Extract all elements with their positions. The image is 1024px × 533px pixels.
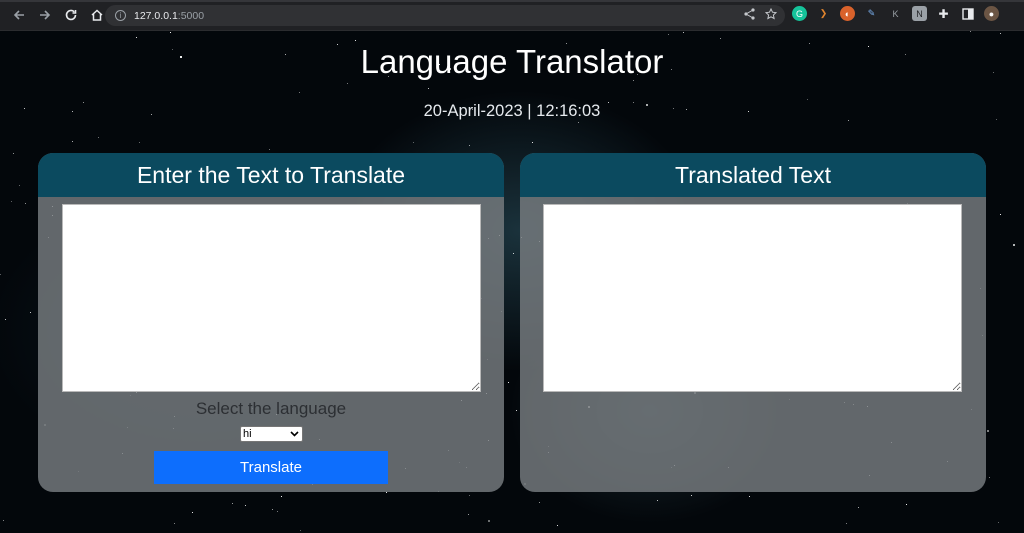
bookmark-star-icon[interactable] bbox=[764, 7, 778, 23]
star bbox=[300, 530, 301, 531]
star bbox=[174, 523, 175, 524]
pen-extension-icon[interactable]: ✎ bbox=[864, 6, 879, 21]
star bbox=[272, 509, 273, 510]
star bbox=[989, 477, 990, 478]
n-extension-icon[interactable]: N bbox=[912, 6, 927, 21]
star bbox=[532, 142, 533, 143]
input-panel-heading: Enter the Text to Translate bbox=[38, 153, 504, 197]
language-select[interactable]: hi bbox=[240, 426, 303, 442]
star bbox=[269, 149, 270, 150]
star bbox=[858, 507, 859, 508]
url-port: :5000 bbox=[177, 9, 205, 22]
star bbox=[347, 83, 348, 84]
star bbox=[846, 523, 847, 524]
star bbox=[428, 88, 429, 89]
side-panel-icon[interactable] bbox=[960, 6, 975, 21]
star bbox=[1000, 214, 1001, 215]
star bbox=[281, 496, 282, 497]
star bbox=[683, 32, 684, 33]
back-arrow-icon[interactable] bbox=[8, 4, 30, 26]
star bbox=[691, 495, 692, 496]
star bbox=[539, 502, 540, 503]
star bbox=[386, 492, 387, 493]
extensions-puzzle-icon[interactable]: ✚ bbox=[936, 6, 951, 21]
chevron-down-icon bbox=[290, 429, 299, 439]
browser-toolbar: i 127.0.0.1:5000 G ❯ ◐ ✎ K N ✚ ● bbox=[0, 0, 1024, 31]
profile-avatar[interactable]: ● bbox=[984, 6, 999, 21]
star bbox=[469, 145, 470, 146]
orange-extension-icon[interactable]: ◐ bbox=[840, 6, 855, 21]
star bbox=[970, 31, 971, 32]
star bbox=[513, 253, 514, 254]
forward-arrow-icon[interactable] bbox=[34, 4, 56, 26]
share-icon[interactable] bbox=[744, 8, 755, 23]
page-title: Language Translator bbox=[360, 43, 664, 80]
star bbox=[906, 504, 907, 505]
star bbox=[232, 503, 233, 504]
translated-text-output[interactable] bbox=[543, 204, 962, 392]
star bbox=[1013, 244, 1015, 246]
star bbox=[5, 319, 6, 320]
star bbox=[98, 137, 99, 138]
star bbox=[557, 525, 558, 526]
star bbox=[469, 495, 470, 496]
star bbox=[170, 32, 171, 33]
star bbox=[807, 99, 808, 100]
translate-button[interactable]: Translate bbox=[154, 451, 388, 484]
language-select-label: Select the language bbox=[195, 399, 347, 418]
star bbox=[720, 38, 721, 39]
page-background: Language Translator 20-April-2023 | 12:1… bbox=[0, 31, 1024, 533]
star bbox=[136, 37, 137, 38]
star bbox=[1000, 33, 1001, 34]
star bbox=[139, 142, 140, 143]
star bbox=[72, 141, 73, 142]
star bbox=[277, 511, 278, 512]
output-panel-heading: Translated Text bbox=[520, 153, 986, 197]
date-time-display: 20-April-2023 | 12:16:03 bbox=[423, 102, 601, 120]
source-text-input[interactable] bbox=[62, 204, 481, 392]
star bbox=[13, 153, 14, 154]
k-extension-icon[interactable]: K bbox=[888, 6, 903, 21]
input-panel: Enter the Text to Translate Select the l… bbox=[38, 153, 504, 492]
star bbox=[355, 40, 356, 41]
star bbox=[3, 520, 4, 521]
star bbox=[657, 500, 658, 501]
star bbox=[30, 312, 31, 313]
selected-language-value: hi bbox=[243, 428, 252, 440]
tab-strip-edge bbox=[0, 0, 1024, 2]
url-host: 127.0.0.1 bbox=[134, 9, 178, 22]
star bbox=[749, 496, 750, 497]
star bbox=[0, 274, 1, 275]
reload-icon[interactable] bbox=[60, 4, 82, 26]
star bbox=[516, 410, 517, 411]
star bbox=[413, 142, 414, 143]
star bbox=[192, 512, 193, 513]
star bbox=[578, 122, 579, 123]
star bbox=[668, 34, 669, 35]
star bbox=[998, 522, 999, 523]
feather-extension-icon[interactable]: ❯ bbox=[816, 6, 831, 21]
star bbox=[299, 92, 300, 93]
star bbox=[987, 430, 989, 432]
star bbox=[11, 201, 12, 202]
star bbox=[19, 185, 20, 186]
address-bar[interactable]: i 127.0.0.1:5000 bbox=[105, 5, 785, 26]
output-panel: Translated Text bbox=[520, 153, 986, 492]
star bbox=[488, 520, 490, 522]
grammarly-extension-icon[interactable]: G bbox=[792, 6, 807, 21]
star bbox=[508, 382, 509, 383]
star bbox=[245, 505, 246, 506]
star bbox=[468, 514, 469, 515]
star bbox=[25, 203, 26, 204]
site-info-icon[interactable]: i bbox=[115, 10, 126, 21]
